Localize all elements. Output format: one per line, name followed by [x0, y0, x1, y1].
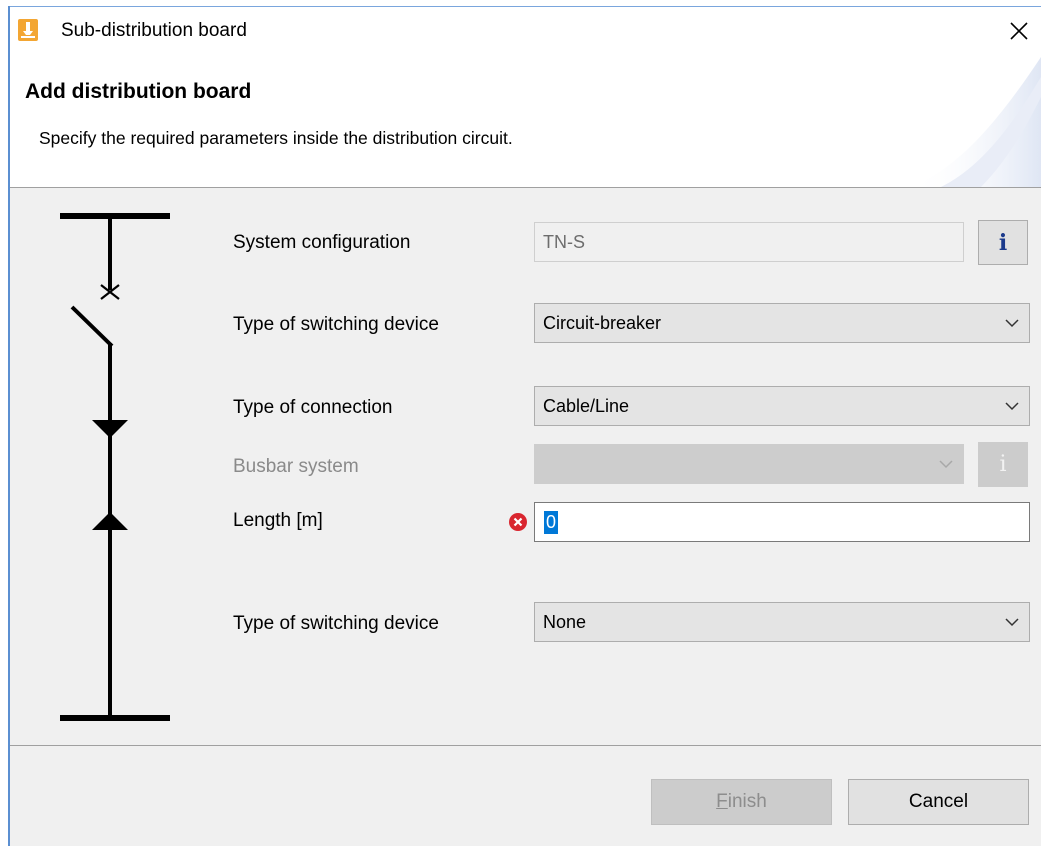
connection-value: Cable/Line — [543, 396, 630, 416]
switching-device-label: Type of switching device — [233, 314, 439, 335]
length-label: Length [m] — [233, 510, 323, 531]
system-configuration-label: System configuration — [233, 232, 411, 253]
error-icon — [509, 513, 527, 531]
dialog-window: Sub-distribution board Add distribution … — [0, 0, 1041, 846]
switching-device-2-value: None — [543, 612, 587, 632]
length-input[interactable]: 0 — [534, 502, 1030, 542]
close-icon[interactable] — [1006, 18, 1032, 44]
busbar-system-label: Busbar system — [233, 456, 359, 477]
header-decoration — [911, 57, 1041, 187]
page-title: Add distribution board — [25, 80, 252, 103]
system-configuration-info-button[interactable]: i — [978, 220, 1028, 265]
switching-device-select[interactable]: Circuit-breaker — [534, 303, 1030, 343]
switching-device-value: Circuit-breaker — [543, 313, 662, 333]
app-icon — [18, 19, 38, 41]
window-title: Sub-distribution board — [61, 20, 247, 41]
finish-button: Finish — [651, 779, 832, 825]
chevron-down-icon — [1005, 319, 1019, 328]
chevron-down-icon — [939, 460, 953, 469]
length-value: 0 — [544, 511, 559, 534]
busbar-system-select — [534, 444, 964, 484]
busbar-system-info-button: i — [978, 442, 1028, 487]
wizard-header: Add distribution board Specify the requi… — [10, 57, 1041, 187]
switching-device-2-select[interactable]: None — [534, 602, 1030, 642]
connection-select[interactable]: Cable/Line — [534, 386, 1030, 426]
info-icon: i — [998, 230, 1008, 256]
cancel-button[interactable]: Cancel — [848, 779, 1029, 825]
circuit-diagram — [60, 213, 170, 721]
finish-mnemonic: F — [716, 791, 728, 812]
system-configuration-field: TN-S — [534, 222, 964, 262]
finish-label: inish — [727, 791, 767, 812]
chevron-down-icon — [1005, 618, 1019, 627]
system-configuration-value: TN-S — [543, 232, 585, 252]
chevron-down-icon — [1005, 402, 1019, 411]
connection-label: Type of connection — [233, 397, 393, 418]
page-description: Specify the required parameters inside t… — [39, 128, 513, 148]
switching-device-2-label: Type of switching device — [233, 613, 439, 634]
info-icon: i — [999, 452, 1007, 477]
